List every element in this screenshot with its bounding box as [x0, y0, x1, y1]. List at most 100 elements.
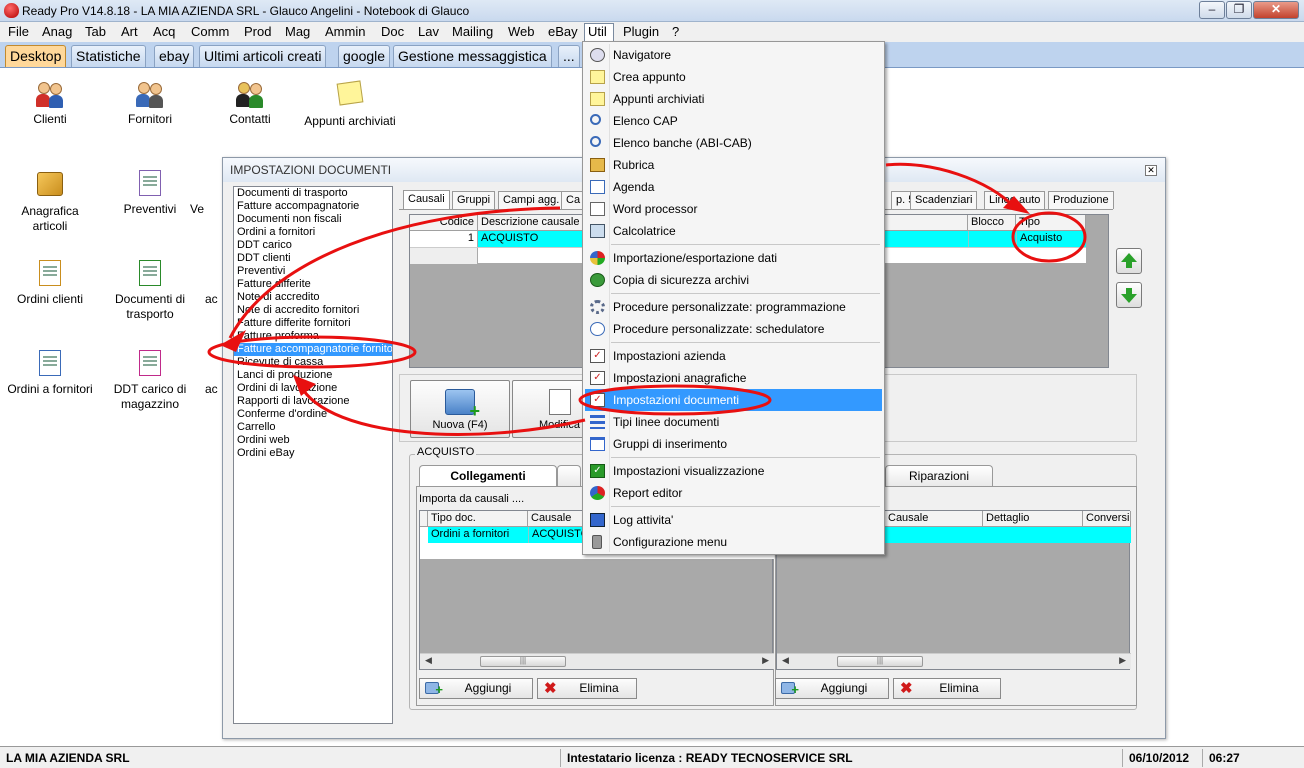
tab-campi-agg[interactable]: Campi agg. [498, 191, 565, 209]
list-item[interactable]: Fatture proforma [234, 330, 392, 343]
menu-item-impostazioni-anagrafiche[interactable]: ✓ Impostazioni anagrafiche [585, 367, 882, 389]
menu-art[interactable]: Art [118, 24, 141, 40]
subtab-collegamenti[interactable]: Collegamenti [419, 465, 557, 487]
menu-item-configurazione-menu[interactable]: Configurazione menu [585, 531, 882, 553]
move-down-button[interactable] [1116, 282, 1142, 308]
tab-more[interactable]: ... [558, 45, 580, 67]
menu-item-import-export[interactable]: Importazione/esportazione dati [585, 247, 882, 269]
desktop-icon-anagrafica-articoli[interactable]: Anagrafica articoli [4, 170, 96, 234]
menu-item-copia-sicurezza[interactable]: Copia di sicurezza archivi [585, 269, 882, 291]
desktop-icon-preventivi[interactable]: Preventivi [104, 170, 196, 217]
new-button[interactable]: + Nuova (F4) [410, 380, 510, 438]
menu-mag[interactable]: Mag [282, 24, 313, 40]
horizontal-scrollbar[interactable]: ◀ ||| ▶ [420, 653, 774, 669]
subtab-riparazioni[interactable]: Riparazioni [885, 465, 993, 487]
desktop-icon-fornitori[interactable]: Fornitori [104, 80, 196, 127]
tab-desktop[interactable]: Desktop [5, 45, 67, 67]
menu-item-impostazioni-azienda[interactable]: ✓ Impostazioni azienda [585, 345, 882, 367]
list-item[interactable]: Ordini di lavorazione [234, 382, 392, 395]
menu-item-word-processor[interactable]: Word processor [585, 198, 882, 220]
menu-help[interactable]: ? [669, 24, 682, 40]
list-item[interactable]: Note di accredito fornitori [234, 304, 392, 317]
doc-type-list[interactable]: Documenti di trasporto Fatture accompagn… [233, 186, 393, 724]
grid-header-blocco[interactable]: Blocco [968, 215, 1016, 231]
list-item[interactable]: Fatture accompagnatorie [234, 200, 392, 213]
menu-item-crea-appunto[interactable]: Crea appunto [585, 66, 882, 88]
list-item[interactable]: Note di accredito [234, 291, 392, 304]
menu-web[interactable]: Web [505, 24, 538, 40]
menu-file[interactable]: File [5, 24, 32, 40]
desktop-icon-documenti-trasporto[interactable]: Documenti di trasporto [104, 260, 196, 322]
delete-link-button[interactable]: ✖ Elimina [537, 678, 637, 699]
list-item[interactable]: Documenti non fiscali [234, 213, 392, 226]
move-up-button[interactable] [1116, 248, 1142, 274]
horizontal-scrollbar[interactable]: ◀ ||| ▶ [777, 653, 1131, 669]
menu-item-log-attivita[interactable]: Log attivita' [585, 509, 882, 531]
menu-item-appunti-archiviati[interactable]: Appunti archiviati [585, 88, 882, 110]
grid-header-dettaglio[interactable]: Dettaglio [983, 511, 1083, 527]
list-item[interactable]: Ricevute di cassa [234, 356, 392, 369]
list-item[interactable]: Ordini eBay [234, 447, 392, 460]
menu-ammin[interactable]: Ammin [322, 24, 368, 40]
list-item[interactable]: Ordini web [234, 434, 392, 447]
menu-item-gruppi-inserimento[interactable]: Gruppi di inserimento [585, 433, 882, 455]
list-item[interactable]: DDT clienti [234, 252, 392, 265]
menu-doc[interactable]: Doc [378, 24, 407, 40]
grid-header-causale-2[interactable]: Causale [885, 511, 983, 527]
menu-lav[interactable]: Lav [415, 24, 442, 40]
tab-ultimi-articoli[interactable]: Ultimi articoli creati [199, 45, 327, 67]
tab-linee-auto[interactable]: Linee auto [984, 191, 1046, 209]
list-item[interactable]: DDT carico [234, 239, 392, 252]
desktop-icon-ve[interactable]: Ve [190, 170, 220, 217]
add-detail-button[interactable]: Aggiungi [775, 678, 889, 699]
list-item[interactable]: Ordini a fornitori [234, 226, 392, 239]
list-item[interactable]: Documenti di trasporto [234, 187, 392, 200]
tab-scadenziari[interactable]: Scadenziari [910, 191, 978, 209]
menu-item-navigatore[interactable]: Navigatore [585, 44, 882, 66]
menu-mailing[interactable]: Mailing [449, 24, 496, 40]
desktop-icon-ordini-fornitori[interactable]: Ordini a fornitori [4, 350, 96, 397]
menu-ebay[interactable]: eBay [545, 24, 581, 40]
subtab-hidden[interactable] [557, 465, 581, 487]
menu-item-impostazioni-visualizzazione[interactable]: ✓ Impostazioni visualizzazione [585, 460, 882, 482]
menu-item-tipi-linee[interactable]: Tipi linee documenti [585, 411, 882, 433]
menu-anag[interactable]: Anag [39, 24, 75, 40]
desktop-icon-ddt-carico-magazzino[interactable]: DDT carico di magazzino [104, 350, 196, 412]
tab-gestione-messaggistica[interactable]: Gestione messaggistica [393, 45, 552, 67]
grid-header-conversi[interactable]: Conversi [1083, 511, 1131, 527]
desktop-icon-contatti[interactable]: Contatti [204, 80, 296, 127]
menu-item-proc-programmazione[interactable]: Procedure personalizzate: programmazione [585, 296, 882, 318]
list-item[interactable]: Fatture differite fornitori [234, 317, 392, 330]
list-item[interactable]: Preventivi [234, 265, 392, 278]
minimize-button[interactable]: – [1199, 1, 1225, 19]
menu-util[interactable]: Util [584, 23, 614, 42]
list-item[interactable]: Lanci di produzione [234, 369, 392, 382]
close-button[interactable]: ✕ [1253, 1, 1299, 19]
menu-item-calcolatrice[interactable]: Calcolatrice [585, 220, 882, 242]
menu-comm[interactable]: Comm [188, 24, 232, 40]
list-item[interactable]: Carrello [234, 421, 392, 434]
tab-produzione[interactable]: Produzione [1048, 191, 1114, 209]
tab-gruppi[interactable]: Gruppi [452, 191, 496, 209]
delete-detail-button[interactable]: ✖ Elimina [893, 678, 1001, 699]
menu-acq[interactable]: Acq [150, 24, 178, 40]
menu-item-elenco-cap[interactable]: Elenco CAP [585, 110, 882, 132]
grid-header-tipo[interactable]: Tipo [1016, 215, 1086, 231]
menu-item-report-editor[interactable]: Report editor [585, 482, 882, 504]
list-item-selected[interactable]: Fatture accompagnatorie fornitori [234, 343, 392, 356]
desktop-icon-clienti[interactable]: Clienti [4, 80, 96, 127]
menu-item-proc-schedulatore[interactable]: Procedure personalizzate: schedulatore [585, 318, 882, 340]
tab-ebay[interactable]: ebay [154, 45, 195, 67]
desktop-icon-ordini-clienti[interactable]: Ordini clienti [4, 260, 96, 307]
tab-statistiche[interactable]: Statistiche [71, 45, 146, 67]
edit-button[interactable]: Modifica [512, 380, 584, 438]
menu-item-impostazioni-documenti[interactable]: ✓ Impostazioni documenti [585, 389, 882, 411]
grid-header-codice[interactable]: Codice [410, 215, 478, 231]
maximize-button[interactable]: ❐ [1226, 1, 1252, 19]
list-item[interactable]: Conferme d'ordine [234, 408, 392, 421]
add-link-button[interactable]: Aggiungi [419, 678, 533, 699]
tab-google[interactable]: google [338, 45, 391, 67]
list-item[interactable]: Fatture differite [234, 278, 392, 291]
desktop-icon-appunti-archiviati[interactable]: Appunti archiviati [304, 80, 396, 129]
menu-item-elenco-banche[interactable]: Elenco banche (ABI-CAB) [585, 132, 882, 154]
